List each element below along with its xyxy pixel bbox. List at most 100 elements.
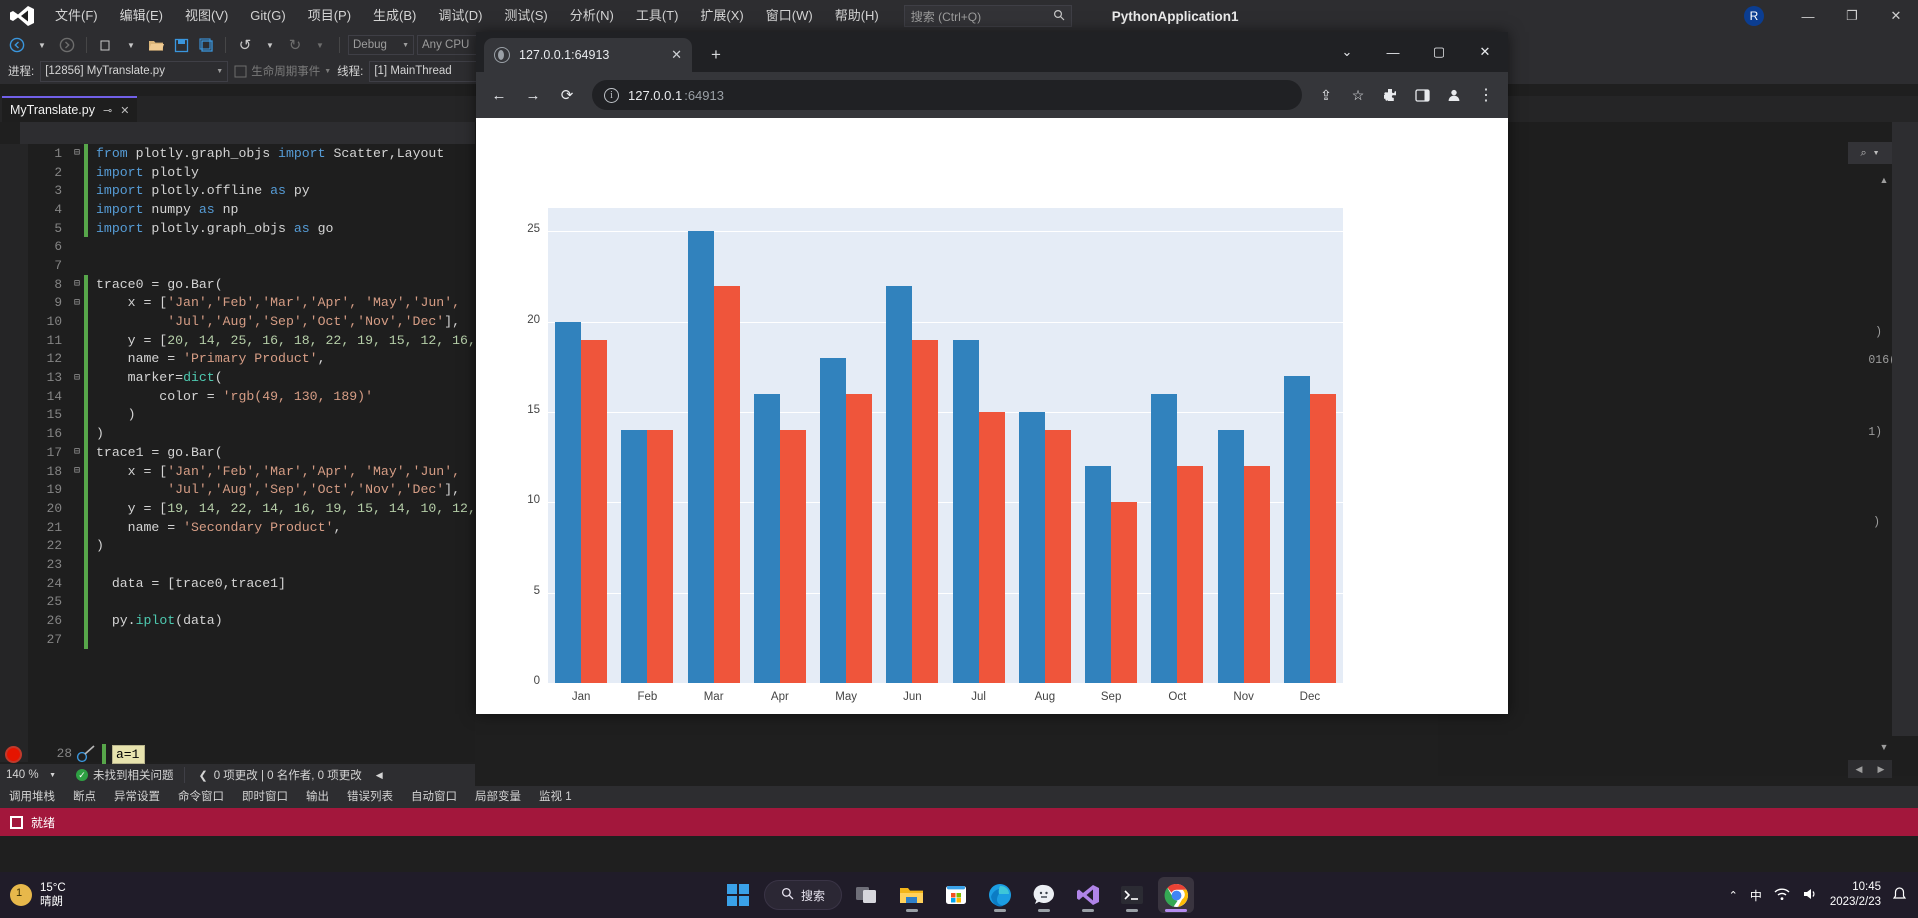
breakpoint-gutter[interactable]: [0, 144, 28, 762]
vs-maximize-button[interactable]: ❐: [1830, 0, 1874, 32]
bar[interactable]: [846, 394, 873, 683]
bottom-tab-4[interactable]: 即时窗口: [233, 786, 297, 808]
menu-item-10[interactable]: 扩展(X): [689, 0, 754, 32]
search-icon[interactable]: ⌕: [1860, 147, 1866, 160]
code-line[interactable]: 2 import plotly: [28, 162, 475, 182]
fold-toggle-icon[interactable]: ⊟: [70, 446, 84, 458]
save-all-icon[interactable]: [195, 35, 217, 55]
code-line[interactable]: 14 color = 'rgb(49, 130, 189)': [28, 386, 475, 406]
bar-group[interactable]: [1211, 208, 1277, 683]
bar[interactable]: [1217, 430, 1244, 683]
bar[interactable]: [779, 430, 806, 683]
bar[interactable]: [952, 339, 979, 683]
fold-toggle-icon[interactable]: ⊟: [70, 297, 84, 309]
vs-menu-bar[interactable]: 文件(F) 编辑(E) 视图(V) Git(G) 项目(P) 生成(B) 调试(D) 测试(S…: [44, 0, 890, 32]
vs-search-box[interactable]: 搜索 (Ctrl+Q): [903, 5, 1072, 27]
close-icon[interactable]: ✕: [120, 104, 129, 117]
fold-toggle-icon[interactable]: ⊟: [70, 278, 84, 290]
taskbar-search-button[interactable]: 搜索: [764, 880, 843, 910]
bar[interactable]: [978, 412, 1005, 683]
code-line[interactable]: 26 py. iplot (data): [28, 611, 475, 630]
forward-button[interactable]: →: [518, 80, 548, 110]
code-line[interactable]: 11 y = [20, 14, 25, 16, 18, 22, 19, 15, …: [28, 330, 475, 350]
plotly-chart[interactable]: 0 5 10 15 20 25 Jan Feb Mar Apr May Jun Jul Aug Sep Oc…: [476, 118, 1508, 714]
code-line[interactable]: 22): [28, 536, 475, 556]
code-line[interactable]: 24 data = [trace0,trace1]: [28, 573, 475, 593]
menu-item-1[interactable]: 编辑(E): [109, 0, 174, 32]
vs-right-tool-tabs[interactable]: [1892, 96, 1918, 736]
vs-bottom-tool-tabs[interactable]: 调用堆栈 断点 异常设置 命令窗口 即时窗口 输出 错误列表 自动窗口 局部变量 监视 1: [0, 786, 1918, 808]
back-dropdown-icon[interactable]: ▼: [31, 35, 53, 55]
bar[interactable]: [753, 394, 780, 683]
navigate-back-icon[interactable]: [6, 35, 28, 55]
clock-time[interactable]: 10:45: [1852, 881, 1881, 893]
bottom-tab-9[interactable]: 监视 1: [530, 786, 581, 808]
share-icon[interactable]: ⇪: [1312, 81, 1340, 109]
bar[interactable]: [687, 231, 714, 683]
terminal-button[interactable]: [1114, 877, 1150, 913]
file-explorer-button[interactable]: [894, 877, 930, 913]
bar[interactable]: [713, 285, 740, 683]
bottom-tab-8[interactable]: 局部变量: [466, 786, 530, 808]
menu-item-0[interactable]: 文件(F): [44, 0, 109, 32]
code-line[interactable]: 5 import plotly.graph_objs as go: [28, 218, 475, 238]
bar-group[interactable]: [548, 208, 614, 683]
bottom-tab-5[interactable]: 输出: [297, 786, 338, 808]
visual-studio-button[interactable]: [1070, 877, 1106, 913]
code-line[interactable]: 16): [28, 424, 475, 443]
bar-group[interactable]: [813, 208, 879, 683]
code-line[interactable]: 8 ⊟ trace0 = go.Bar(: [28, 274, 475, 294]
bar[interactable]: [912, 339, 939, 683]
source-control-status[interactable]: ❮ 0 项更改 | 0 名作者, 0 项更改 ◀: [183, 767, 383, 783]
profile-icon[interactable]: [1440, 81, 1468, 109]
code-line[interactable]: 19 'Jul','Aug','Sep','Oct','Nov','Dec'],: [28, 480, 475, 500]
code-line[interactable]: 1 ⊟ from plotly.graph_objs import Scatter,…: [28, 144, 475, 163]
bar[interactable]: [1044, 430, 1071, 683]
code-line[interactable]: 3 import plotly.offline as py: [28, 181, 475, 201]
scroll-up-arrow-icon[interactable]: ▲: [1878, 175, 1890, 187]
chevron-left-icon-2[interactable]: ◀: [376, 770, 383, 781]
chrome-menu-icon[interactable]: ⋮: [1472, 81, 1500, 109]
bookmark-star-icon[interactable]: ☆: [1344, 81, 1372, 109]
new-project-icon[interactable]: [95, 35, 117, 55]
bar-group[interactable]: [1144, 208, 1210, 683]
bottom-tab-2[interactable]: 异常设置: [105, 786, 169, 808]
menu-item-11[interactable]: 窗口(W): [755, 0, 824, 32]
code-line[interactable]: 17 ⊟ trace1 = go.Bar(: [28, 443, 475, 462]
chrome-maximize-button[interactable]: ▢: [1416, 32, 1462, 72]
menu-item-4[interactable]: 项目(P): [297, 0, 362, 32]
bar-group[interactable]: [946, 208, 1012, 683]
code-line[interactable]: 6: [28, 237, 475, 256]
process-combo[interactable]: [12856] MyTranslate.py ▼: [40, 60, 229, 82]
bar[interactable]: [555, 321, 582, 683]
menu-item-9[interactable]: 工具(T): [625, 0, 690, 32]
bar[interactable]: [1151, 394, 1178, 683]
bar[interactable]: [621, 430, 648, 683]
browser-tab[interactable]: 127.0.0.1:64913 ✕: [484, 38, 692, 72]
right-panel-hscroll[interactable]: ◀ ▶: [1848, 760, 1892, 778]
pin-icon[interactable]: ⊸: [103, 104, 112, 117]
bar[interactable]: [1309, 394, 1336, 683]
back-button[interactable]: ←: [484, 80, 514, 110]
bar-group[interactable]: [681, 208, 747, 683]
code-line[interactable]: 27: [28, 629, 475, 649]
bar[interactable]: [581, 339, 608, 683]
side-panel-icon[interactable]: [1408, 81, 1436, 109]
volume-icon[interactable]: [1802, 887, 1818, 904]
vs-minimize-button[interactable]: —: [1786, 0, 1830, 32]
bar-group[interactable]: [614, 208, 680, 683]
code-line[interactable]: 23: [28, 555, 475, 574]
bottom-tab-1[interactable]: 断点: [64, 786, 105, 808]
undo-dropdown-icon[interactable]: ▼: [259, 35, 281, 55]
chrome-button[interactable]: [1158, 877, 1195, 913]
code-line[interactable]: 20 y = [19, 14, 22, 14, 16, 19, 15, 14, …: [28, 499, 475, 518]
bar[interactable]: [1243, 466, 1270, 683]
fold-toggle-icon[interactable]: ⊟: [70, 465, 84, 477]
code-line[interactable]: 10 'Jul','Aug','Sep','Oct','Nov','Dec'],: [28, 312, 475, 331]
code-line[interactable]: 21 name = 'Secondary Product',: [28, 517, 475, 537]
menu-item-2[interactable]: 视图(V): [174, 0, 239, 32]
edge-button[interactable]: [982, 877, 1018, 913]
new-dropdown-icon[interactable]: ▼: [120, 35, 142, 55]
code-line[interactable]: 4 import numpy as np: [28, 200, 475, 219]
menu-item-8[interactable]: 分析(N): [559, 0, 625, 32]
